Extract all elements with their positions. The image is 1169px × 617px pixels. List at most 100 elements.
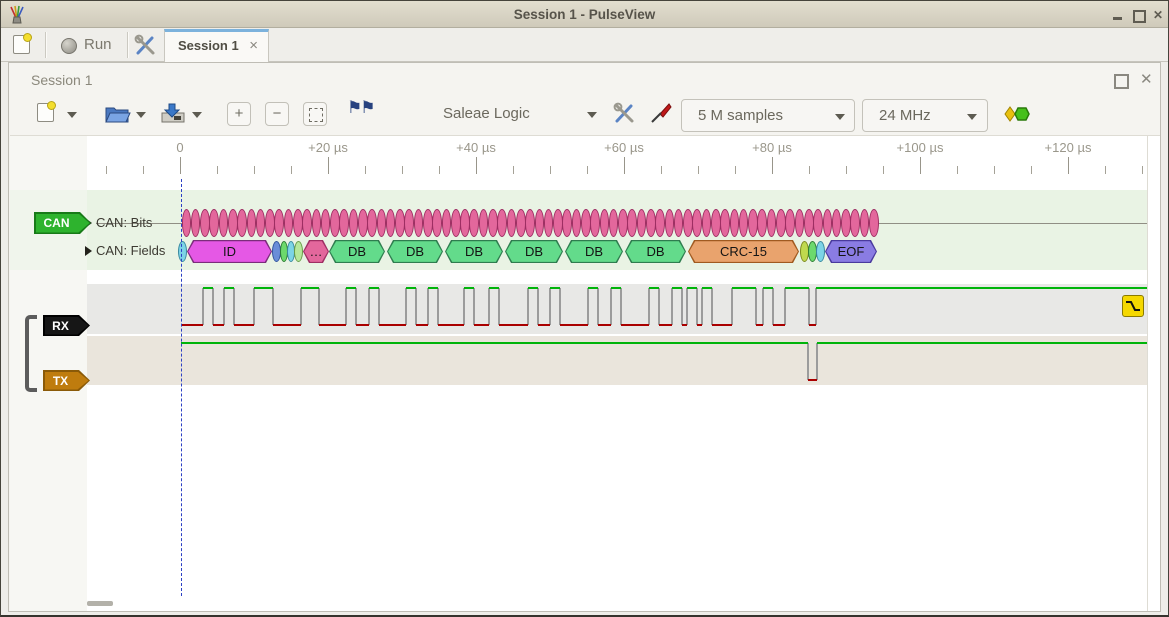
rx-signal-edge: [405, 288, 407, 325]
rx-signal-low: [773, 324, 785, 326]
tx-signal-edge: [816, 343, 818, 380]
ruler-major-tick: [920, 157, 921, 174]
maximize-button[interactable]: [1130, 7, 1146, 23]
can-bit-annotation: [795, 209, 805, 237]
new-session-icon: [13, 35, 30, 54]
rx-signal-edge: [686, 288, 688, 325]
can-field-label: DB: [505, 240, 563, 263]
open-button[interactable]: [103, 101, 131, 125]
can-bit-annotation: [720, 209, 730, 237]
settings-icon[interactable]: [134, 34, 158, 56]
can-field-annotation: DB: [565, 240, 623, 263]
can-bit-annotation: [776, 209, 786, 237]
rx-signal-edge: [527, 288, 529, 325]
rx-signal-edge: [620, 288, 622, 325]
new-session-button[interactable]: [13, 35, 30, 54]
zoom-out-button[interactable]: −: [265, 102, 289, 126]
save-button[interactable]: [159, 101, 187, 125]
session-toolbar: + − ⚑⚑ Saleae Logic 5 M samples 24 MHz: [9, 95, 1160, 135]
trigger-marker[interactable]: [1122, 295, 1144, 317]
channels-probe-icon[interactable]: [649, 102, 673, 124]
close-button[interactable]: ✕: [1150, 7, 1166, 23]
channel-tag-tx-label: TX: [43, 370, 78, 391]
sample-rate-combo[interactable]: 24 MHz: [862, 99, 988, 132]
can-bit-annotation: [497, 209, 507, 237]
can-bit-annotation: [860, 209, 870, 237]
dock-close-button[interactable]: ✕: [1140, 70, 1153, 88]
minimize-icon: [1113, 17, 1122, 20]
main-toolbar: Run Session 1 ×: [1, 28, 1168, 62]
can-bit-annotation: [730, 209, 740, 237]
time-zero-cursor-line[interactable]: [181, 179, 182, 596]
trace-view[interactable]: 0+20 µs+40 µs+60 µs+80 µs+100 µs+120 µsC…: [10, 135, 1160, 611]
can-bit-annotation: [535, 209, 545, 237]
rx-signal-edge: [202, 288, 204, 325]
expand-icon[interactable]: [85, 246, 92, 256]
can-bit-annotation: [600, 209, 610, 237]
rx-signal-edge: [368, 288, 370, 325]
can-field-annotation: [178, 241, 187, 262]
add-decoder-icon[interactable]: [1004, 106, 1032, 122]
rx-band: [87, 284, 1147, 334]
can-bit-annotation: [209, 209, 219, 237]
configure-device-icon[interactable]: [613, 102, 637, 124]
can-field-annotation: DB: [625, 240, 686, 263]
device-dropdown-arrow[interactable]: [587, 112, 597, 118]
rx-signal-high: [428, 287, 438, 289]
horizontal-scrollbar-thumb[interactable]: [87, 601, 113, 606]
rx-signal-edge: [318, 288, 320, 325]
sample-count-combo[interactable]: 5 M samples: [681, 99, 855, 132]
can-field-label: EOF: [825, 240, 877, 263]
ruler-minor-tick: [291, 166, 292, 174]
can-bit-annotation: [312, 209, 322, 237]
can-field-label: ID: [187, 240, 272, 263]
minimize-button[interactable]: [1110, 7, 1126, 23]
rx-signal-edge: [671, 288, 673, 325]
dock-maximize-button[interactable]: [1114, 74, 1129, 89]
can-bit-annotation: [265, 209, 275, 237]
can-bit-annotation: [804, 209, 814, 237]
can-bit-annotation: [841, 209, 851, 237]
rx-signal-edge: [498, 288, 500, 325]
rx-signal-edge: [463, 288, 465, 325]
rx-signal-low: [499, 324, 528, 326]
save-dropdown-arrow[interactable]: [192, 112, 202, 118]
open-dropdown-arrow[interactable]: [136, 112, 146, 118]
rx-signal-edge: [658, 288, 660, 325]
can-field-annotation: [294, 241, 303, 262]
ruler-label: +40 µs: [456, 140, 496, 155]
zoom-fit-button[interactable]: [303, 102, 327, 126]
can-field-annotation: DB: [445, 240, 503, 263]
flag-icon: ⚑: [360, 98, 373, 117]
rx-signal-low: [560, 324, 588, 326]
can-bit-annotation: [692, 209, 702, 237]
rx-signal-edge: [772, 288, 774, 325]
tab-close-icon[interactable]: ×: [249, 37, 258, 54]
ruler-label: +60 µs: [604, 140, 644, 155]
new-file-dropdown-arrow[interactable]: [67, 112, 77, 118]
rx-signal-low: [474, 324, 489, 326]
rx-signal-high: [301, 287, 319, 289]
run-button[interactable]: Run: [56, 28, 121, 61]
new-file-button[interactable]: [37, 103, 54, 122]
can-bit-annotation: [460, 209, 470, 237]
decoder-tag-can[interactable]: CAN: [34, 212, 91, 234]
rx-signal-high: [464, 287, 474, 289]
show-cursors-button[interactable]: ⚑⚑: [347, 98, 374, 118]
device-selector[interactable]: Saleae Logic: [443, 105, 530, 122]
zoom-in-button[interactable]: +: [227, 102, 251, 126]
window-title: Session 1 - PulseView: [1, 1, 1168, 28]
can-field-annotation: [816, 241, 825, 262]
rx-signal-edge: [731, 288, 733, 325]
can-bit-annotation: [432, 209, 442, 237]
tab-session-1[interactable]: Session 1 ×: [164, 29, 269, 62]
can-bit-annotation: [748, 209, 758, 237]
rx-signal-high: [785, 287, 809, 289]
can-bit-annotation: [618, 209, 628, 237]
can-field-label: DB: [329, 240, 385, 263]
rx-signal-edge: [755, 288, 757, 325]
rx-signal-high: [528, 287, 538, 289]
can-bit-annotation: [404, 209, 414, 237]
ruler-minor-tick: [883, 166, 884, 174]
ruler-label: +120 µs: [1045, 140, 1092, 155]
